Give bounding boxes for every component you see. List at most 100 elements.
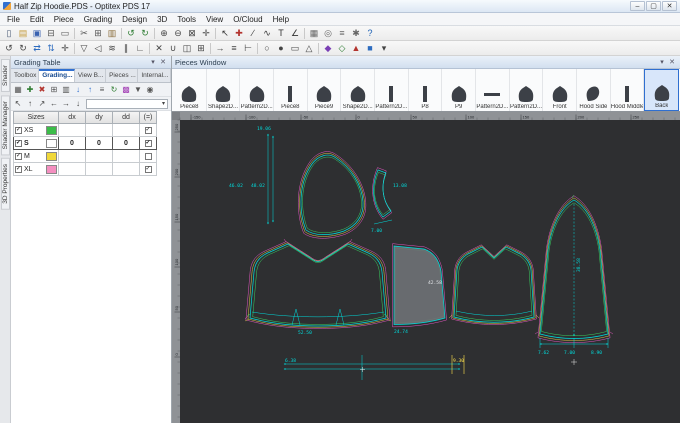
side-tab-3d-properties[interactable]: 3D Properties xyxy=(0,158,10,211)
settings-icon[interactable]: ✱ xyxy=(349,27,363,40)
cut-icon[interactable]: ✂ xyxy=(77,27,91,40)
circle-tool-icon[interactable]: ○ xyxy=(260,42,274,55)
grading-filter-dropdown[interactable]: ▾ xyxy=(86,98,168,109)
import-grading-icon[interactable]: ↓ xyxy=(72,84,84,96)
column-header-dy[interactable]: dy xyxy=(86,111,113,124)
piece-thumb-piece8[interactable]: Piece8 xyxy=(274,69,308,111)
size-lock-checkbox[interactable]: ✓ xyxy=(144,165,152,173)
piece-thumb-pattern2d-[interactable]: Pattern2D... xyxy=(375,69,409,111)
duplicate-piece-icon[interactable]: ⊞ xyxy=(194,42,208,55)
grade-dir-right-icon[interactable]: → xyxy=(60,98,72,110)
menu-help[interactable]: Help xyxy=(268,13,294,26)
redo-icon[interactable]: ↻ xyxy=(138,27,152,40)
snap-icon[interactable]: ◎ xyxy=(321,27,335,40)
merge-piece-icon[interactable]: ∪ xyxy=(166,42,180,55)
panel-close-icon[interactable]: ✕ xyxy=(667,58,677,66)
layers-icon[interactable]: ≡ xyxy=(335,27,349,40)
pleat-tool-icon[interactable]: ≋ xyxy=(105,42,119,55)
dd-cell[interactable] xyxy=(113,163,140,176)
dx-cell[interactable] xyxy=(59,124,86,137)
column-header-sizes[interactable]: Sizes xyxy=(13,111,59,124)
panel-menu-icon[interactable]: ▾ xyxy=(148,58,158,66)
flip-horizontal-icon[interactable]: ⇄ xyxy=(30,42,44,55)
tab-internal[interactable]: Internal... xyxy=(138,69,171,82)
menu-grading[interactable]: Grading xyxy=(79,13,117,26)
size-visible-checkbox[interactable]: ✓ xyxy=(15,165,22,173)
dd-cell[interactable] xyxy=(113,124,140,137)
curve-tool-icon[interactable]: ∿ xyxy=(260,27,274,40)
color-legend-icon[interactable]: ▩ xyxy=(120,84,132,96)
grade-dir-up-left-icon[interactable]: ↖ xyxy=(12,98,24,110)
piece-thumb-piece8[interactable]: Piece8 xyxy=(173,69,207,111)
close-button-icon[interactable]: ✕ xyxy=(662,1,677,11)
pan-icon[interactable]: ✛ xyxy=(199,27,213,40)
size-color-swatch[interactable] xyxy=(46,164,57,174)
walk-pieces-icon[interactable]: → xyxy=(213,42,227,55)
menu-3d[interactable]: 3D xyxy=(152,13,172,26)
dy-cell[interactable] xyxy=(86,124,113,137)
dd-cell[interactable] xyxy=(113,150,140,163)
flip-vertical-icon[interactable]: ⇅ xyxy=(44,42,58,55)
size-color-swatch[interactable] xyxy=(46,138,57,148)
size-lock-checkbox[interactable] xyxy=(144,152,152,160)
split-piece-icon[interactable]: ✕ xyxy=(152,42,166,55)
open-file-icon[interactable]: ▤ xyxy=(16,27,30,40)
rotate-ccw-icon[interactable]: ↺ xyxy=(2,42,16,55)
grade-dir-left-icon[interactable]: ← xyxy=(48,98,60,110)
size-lock-checkbox[interactable]: ✓ xyxy=(144,126,152,134)
menu-edit[interactable]: Edit xyxy=(25,13,49,26)
piece-thumb-shape2d-[interactable]: Shape2D... xyxy=(341,69,376,111)
filter-sizes-icon[interactable]: ▼ xyxy=(132,84,144,96)
zoom-out-icon[interactable]: ⊖ xyxy=(171,27,185,40)
dart-tool-icon[interactable]: ◁ xyxy=(91,42,105,55)
design-canvas[interactable]: -150 -100 -50 0 50 100 150 200 250 2502001501005… xyxy=(172,112,680,423)
tab-pieces[interactable]: Pieces ... xyxy=(106,69,139,82)
mirror-piece-icon[interactable]: ◫ xyxy=(180,42,194,55)
piece-thumb-shape2d-[interactable]: Shape2D... xyxy=(207,69,241,111)
seam-tool-icon[interactable]: ∥ xyxy=(119,42,133,55)
more-tools-icon[interactable]: ▾ xyxy=(377,42,391,55)
grade-dir-down-icon[interactable]: ↓ xyxy=(72,98,84,110)
side-tab-shader-manager[interactable]: Shader Manager xyxy=(0,94,10,156)
minimize-button-icon[interactable]: – xyxy=(630,1,645,11)
panel-menu-icon[interactable]: ▾ xyxy=(657,58,667,66)
fullness-icon[interactable]: ▲ xyxy=(349,42,363,55)
stack-pieces-icon[interactable]: ≡ xyxy=(227,42,241,55)
column-header-dx[interactable]: dx xyxy=(59,111,86,124)
notch-tool-icon[interactable]: ▽ xyxy=(77,42,91,55)
grade-piece-icon[interactable]: ◆ xyxy=(321,42,335,55)
3d-view-icon[interactable]: ■ xyxy=(363,42,377,55)
grading-row-xs[interactable]: ✓ XS ✓ xyxy=(13,124,171,137)
print-icon[interactable]: ⊟ xyxy=(44,27,58,40)
equalize-icon[interactable]: ≡ xyxy=(96,84,108,96)
copy-grading-icon[interactable]: ⊞ xyxy=(48,84,60,96)
tab-toolbox[interactable]: Toolbox xyxy=(11,69,40,82)
new-document-icon[interactable]: ▯ xyxy=(2,27,16,40)
zoom-in-icon[interactable]: ⊕ xyxy=(157,27,171,40)
export-grading-icon[interactable]: ↑ xyxy=(84,84,96,96)
column-header-lock[interactable]: (=) xyxy=(140,111,157,124)
paste-grading-icon[interactable]: ▥ xyxy=(60,84,72,96)
paste-icon[interactable]: ▥ xyxy=(105,27,119,40)
size-visible-checkbox[interactable]: ✓ xyxy=(15,152,22,160)
panel-close-icon[interactable]: ✕ xyxy=(158,58,168,66)
tab-grading[interactable]: Grading... xyxy=(39,69,75,82)
piece-thumb-piece9[interactable]: Piece9 xyxy=(308,69,342,111)
size-visible-checkbox[interactable]: ✓ xyxy=(15,139,22,147)
text-tool-icon[interactable]: T xyxy=(274,27,288,40)
dy-cell[interactable]: 0 xyxy=(86,137,113,150)
zoom-fit-icon[interactable]: ⊠ xyxy=(185,27,199,40)
help-icon[interactable]: ? xyxy=(363,27,377,40)
save-icon[interactable]: ▣ xyxy=(30,27,44,40)
grading-row-m[interactable]: ✓ M xyxy=(13,150,171,163)
update-grading-icon[interactable]: ↻ xyxy=(108,84,120,96)
line-tool-icon[interactable]: ∕ xyxy=(246,27,260,40)
delete-size-icon[interactable]: ✖ xyxy=(36,84,48,96)
add-point-icon[interactable]: ✚ xyxy=(232,27,246,40)
maximize-button-icon[interactable]: ▢ xyxy=(646,1,661,11)
dy-cell[interactable] xyxy=(86,150,113,163)
dy-cell[interactable] xyxy=(86,163,113,176)
dx-cell[interactable] xyxy=(59,163,86,176)
grading-table-icon[interactable]: ▦ xyxy=(12,84,24,96)
size-visible-checkbox[interactable]: ✓ xyxy=(15,126,22,134)
